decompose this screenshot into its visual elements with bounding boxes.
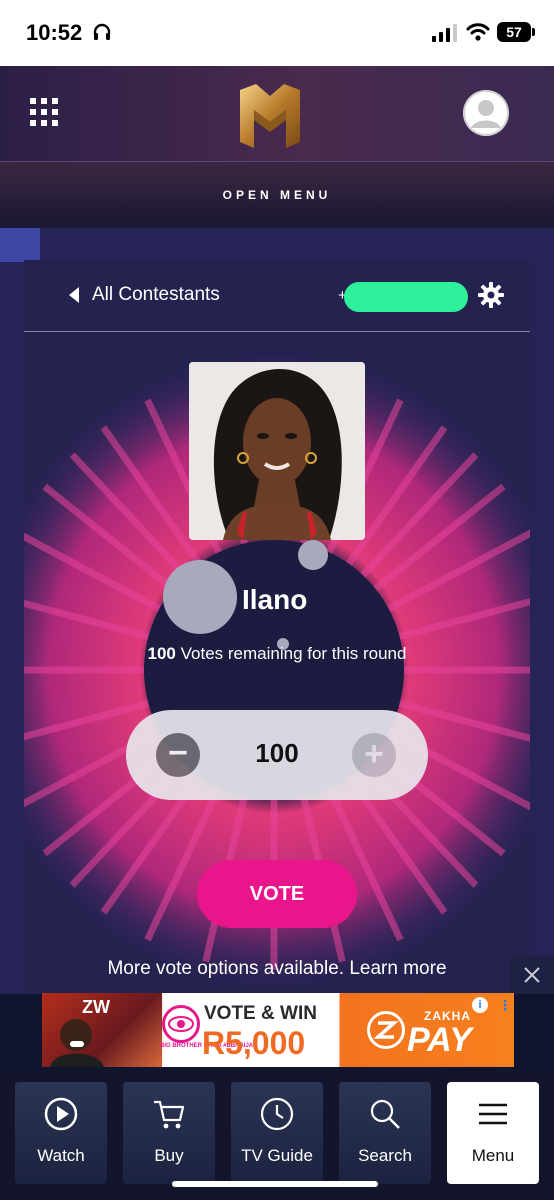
decrement-button[interactable]: − xyxy=(156,733,200,777)
voting-card: All Contestants + Ilano 100 Votes remain… xyxy=(24,260,530,1000)
search-icon xyxy=(370,1099,400,1129)
nav-search[interactable]: Search xyxy=(339,1082,431,1184)
close-icon xyxy=(524,967,540,983)
battery-indicator: 57 xyxy=(497,22,535,42)
votes-remaining-label: Votes remaining for this round xyxy=(175,644,407,663)
vote-quantity-value[interactable]: 100 xyxy=(226,738,328,769)
home-indicator xyxy=(172,1181,378,1187)
ad-info-icon[interactable]: i xyxy=(472,997,488,1013)
votes-remaining-text: 100 Votes remaining for this round xyxy=(24,644,530,664)
wifi-icon xyxy=(466,23,490,41)
nav-watch[interactable]: Watch xyxy=(15,1082,107,1184)
status-time: 10:52 xyxy=(26,20,83,45)
increment-button[interactable]: + xyxy=(352,733,396,777)
status-bar: 10:52 57 xyxy=(0,0,554,66)
app-header xyxy=(0,66,554,162)
ad-more-icon[interactable]: ⋮ xyxy=(498,997,512,1014)
cellular-signal-icon xyxy=(432,24,457,42)
nav-menu-label: Menu xyxy=(471,1146,515,1165)
svg-text:ZW: ZW xyxy=(82,997,110,1017)
hamburger-icon xyxy=(479,1103,507,1125)
open-menu-button[interactable]: OPEN MENU xyxy=(0,162,554,228)
nav-tv-guide-label: TV Guide xyxy=(241,1146,313,1165)
contestant-portrait xyxy=(189,362,365,540)
ad-headline: VOTE & WIN xyxy=(204,1003,317,1024)
nav-buy[interactable]: Buy xyxy=(123,1082,215,1184)
brand-logo[interactable] xyxy=(236,80,304,150)
votes-remaining-count: 100 xyxy=(147,644,176,663)
play-circle-icon xyxy=(44,1097,78,1131)
ad-banner[interactable]: ZW BIG BROTHER NAIJA #BBNAIJA VOTE & WIN… xyxy=(42,993,514,1067)
ad-image: ZW xyxy=(42,993,162,1067)
contestant-photo xyxy=(189,362,365,540)
eye-icon xyxy=(168,1016,194,1032)
nav-search-label: Search xyxy=(358,1146,412,1165)
contestant-nav-bar: All Contestants + xyxy=(24,260,530,332)
clock-icon xyxy=(260,1097,294,1131)
nav-watch-label: Watch xyxy=(37,1146,85,1165)
back-arrow-icon[interactable] xyxy=(68,287,80,303)
ad-brand-large: PAY xyxy=(407,1021,472,1059)
decorative-accent xyxy=(0,228,40,262)
user-avatar-button[interactable] xyxy=(463,90,509,136)
contestant-name: Ilano xyxy=(242,584,308,615)
more-vote-options-link[interactable]: More vote options available. Learn more xyxy=(24,958,530,980)
nav-buy-label: Buy xyxy=(154,1146,184,1165)
close-ad-button[interactable] xyxy=(510,956,554,994)
apps-grid-icon[interactable] xyxy=(30,98,58,126)
cart-icon xyxy=(154,1100,185,1129)
decorative-bubble-medium xyxy=(298,540,328,570)
z-letter-icon xyxy=(373,1021,399,1039)
zakha-logo-icon xyxy=(367,1011,405,1049)
redacted-phone-number xyxy=(344,282,468,312)
decorative-bubble-large xyxy=(163,560,237,634)
nav-tv-guide[interactable]: TV Guide xyxy=(231,1082,323,1184)
all-contestants-link[interactable]: All Contestants xyxy=(92,284,220,306)
big-brother-badge xyxy=(162,1005,200,1043)
headphones-icon xyxy=(93,23,111,40)
ad-person-image: ZW xyxy=(50,997,110,1067)
user-silhouette-icon xyxy=(463,90,509,136)
nav-menu[interactable]: Menu xyxy=(447,1082,539,1184)
vote-button[interactable]: VOTE xyxy=(197,860,357,928)
gear-icon[interactable] xyxy=(478,282,504,308)
vote-quantity-stepper: − 100 + xyxy=(126,710,428,800)
ad-prize: R5,000 xyxy=(202,1025,306,1061)
